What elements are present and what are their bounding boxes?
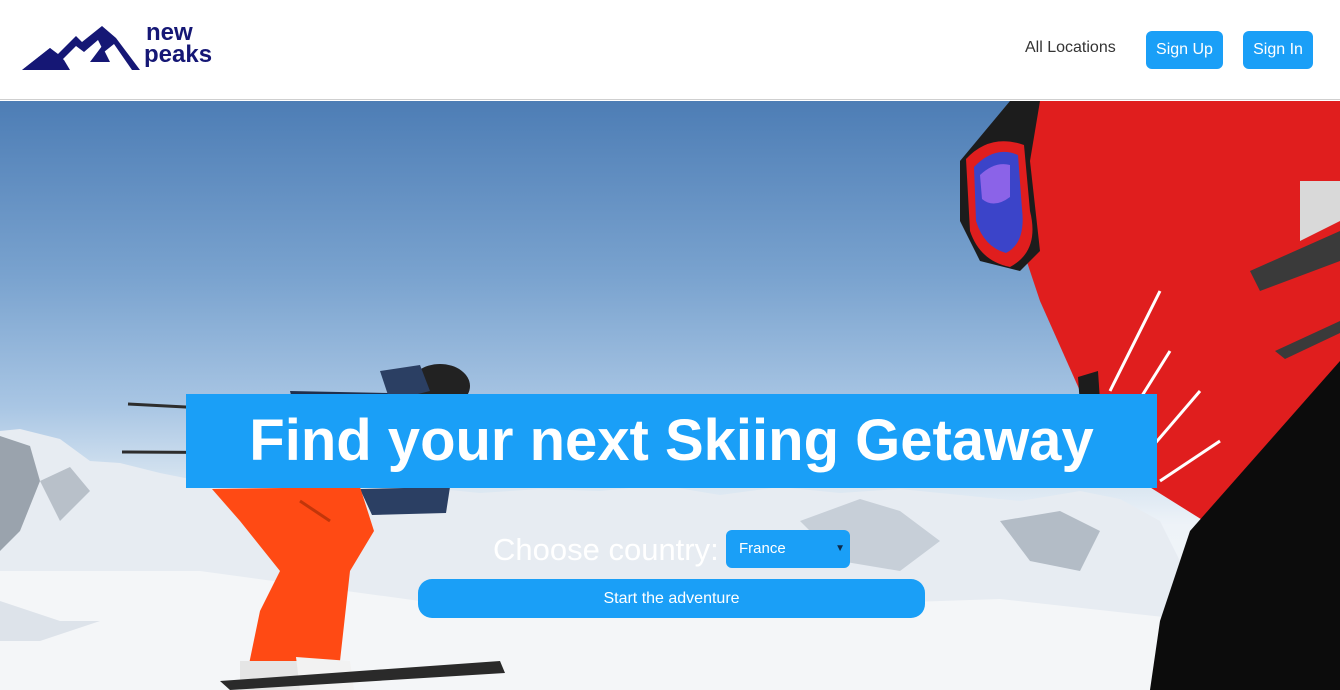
country-select[interactable]: France ▼ — [726, 530, 850, 568]
choose-country-label: Choose country: — [493, 532, 719, 567]
top-navbar: new peaks All Locations Sign Up Sign In — [0, 0, 1340, 100]
start-adventure-button[interactable]: Start the adventure — [418, 579, 925, 618]
brand-logo[interactable]: new peaks — [20, 20, 230, 76]
hero-headline: Find your next Skiing Getaway — [249, 408, 1094, 473]
chevron-down-icon: ▼ — [835, 543, 845, 554]
country-select-value: France — [739, 540, 786, 557]
hero-banner: Find your next Skiing Getaway Choose cou… — [0, 101, 1340, 690]
all-locations-link[interactable]: All Locations — [1025, 39, 1116, 57]
brand-line-2: peaks — [144, 41, 213, 68]
brand-wordmark: new peaks — [144, 21, 213, 68]
headline-box: Find your next Skiing Getaway — [186, 394, 1157, 488]
sign-in-button[interactable]: Sign In — [1243, 31, 1313, 69]
sign-up-button[interactable]: Sign Up — [1146, 31, 1223, 69]
mountain-logo-icon — [22, 26, 140, 70]
